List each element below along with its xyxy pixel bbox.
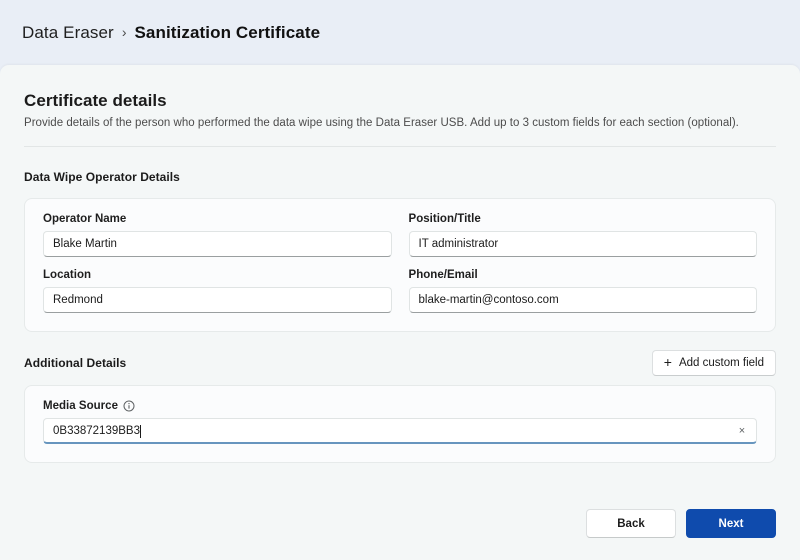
add-custom-field-label: Add custom field	[679, 357, 764, 369]
plus-icon: +	[664, 355, 672, 369]
operator-fields-grid: Operator Name Position/Title Location Ph…	[43, 213, 757, 313]
back-button[interactable]: Back	[586, 509, 676, 538]
breadcrumb-current-page: Sanitization Certificate	[134, 23, 320, 43]
operator-name-input[interactable]	[43, 231, 392, 257]
footer-actions: Back Next	[586, 509, 776, 538]
header-divider	[24, 146, 776, 147]
chevron-right-icon: ›	[122, 24, 127, 40]
position-title-input[interactable]	[409, 231, 758, 257]
page-subtitle: Provide details of the person who perfor…	[24, 117, 776, 129]
breadcrumb-root-link[interactable]: Data Eraser	[22, 23, 114, 43]
location-input[interactable]	[43, 287, 392, 313]
field-label-media-source: Media Source	[43, 400, 757, 412]
operator-section-title: Data Wipe Operator Details	[24, 170, 180, 184]
next-button[interactable]: Next	[686, 509, 776, 538]
add-custom-field-button[interactable]: + Add custom field	[652, 350, 776, 376]
clear-icon[interactable]: ×	[735, 424, 749, 438]
field-label-operator-name: Operator Name	[43, 213, 392, 225]
phone-email-input[interactable]	[409, 287, 758, 313]
info-icon[interactable]	[123, 400, 135, 412]
additional-section-header: Additional Details + Add custom field	[24, 350, 776, 376]
breadcrumb: Data Eraser › Sanitization Certificate	[22, 23, 320, 43]
additional-section-title: Additional Details	[24, 356, 126, 370]
field-label-location: Location	[43, 269, 392, 281]
operator-details-card: Operator Name Position/Title Location Ph…	[24, 198, 776, 332]
field-location: Location	[43, 269, 392, 313]
app-header: Data Eraser › Sanitization Certificate	[0, 0, 800, 65]
field-position-title: Position/Title	[409, 213, 758, 257]
content-surface: Certificate details Provide details of t…	[0, 65, 800, 560]
media-source-input[interactable]	[43, 418, 757, 444]
page-title: Certificate details	[24, 91, 776, 111]
media-source-field-wrapper: ×	[43, 418, 757, 444]
additional-details-card: Media Source ×	[24, 385, 776, 463]
field-operator-name: Operator Name	[43, 213, 392, 257]
field-label-media-source-text: Media Source	[43, 400, 118, 412]
field-label-position-title: Position/Title	[409, 213, 758, 225]
field-phone-email: Phone/Email	[409, 269, 758, 313]
field-label-phone-email: Phone/Email	[409, 269, 758, 281]
operator-section-header: Data Wipe Operator Details	[24, 165, 776, 189]
custom-field-media-source: Media Source ×	[43, 400, 757, 444]
